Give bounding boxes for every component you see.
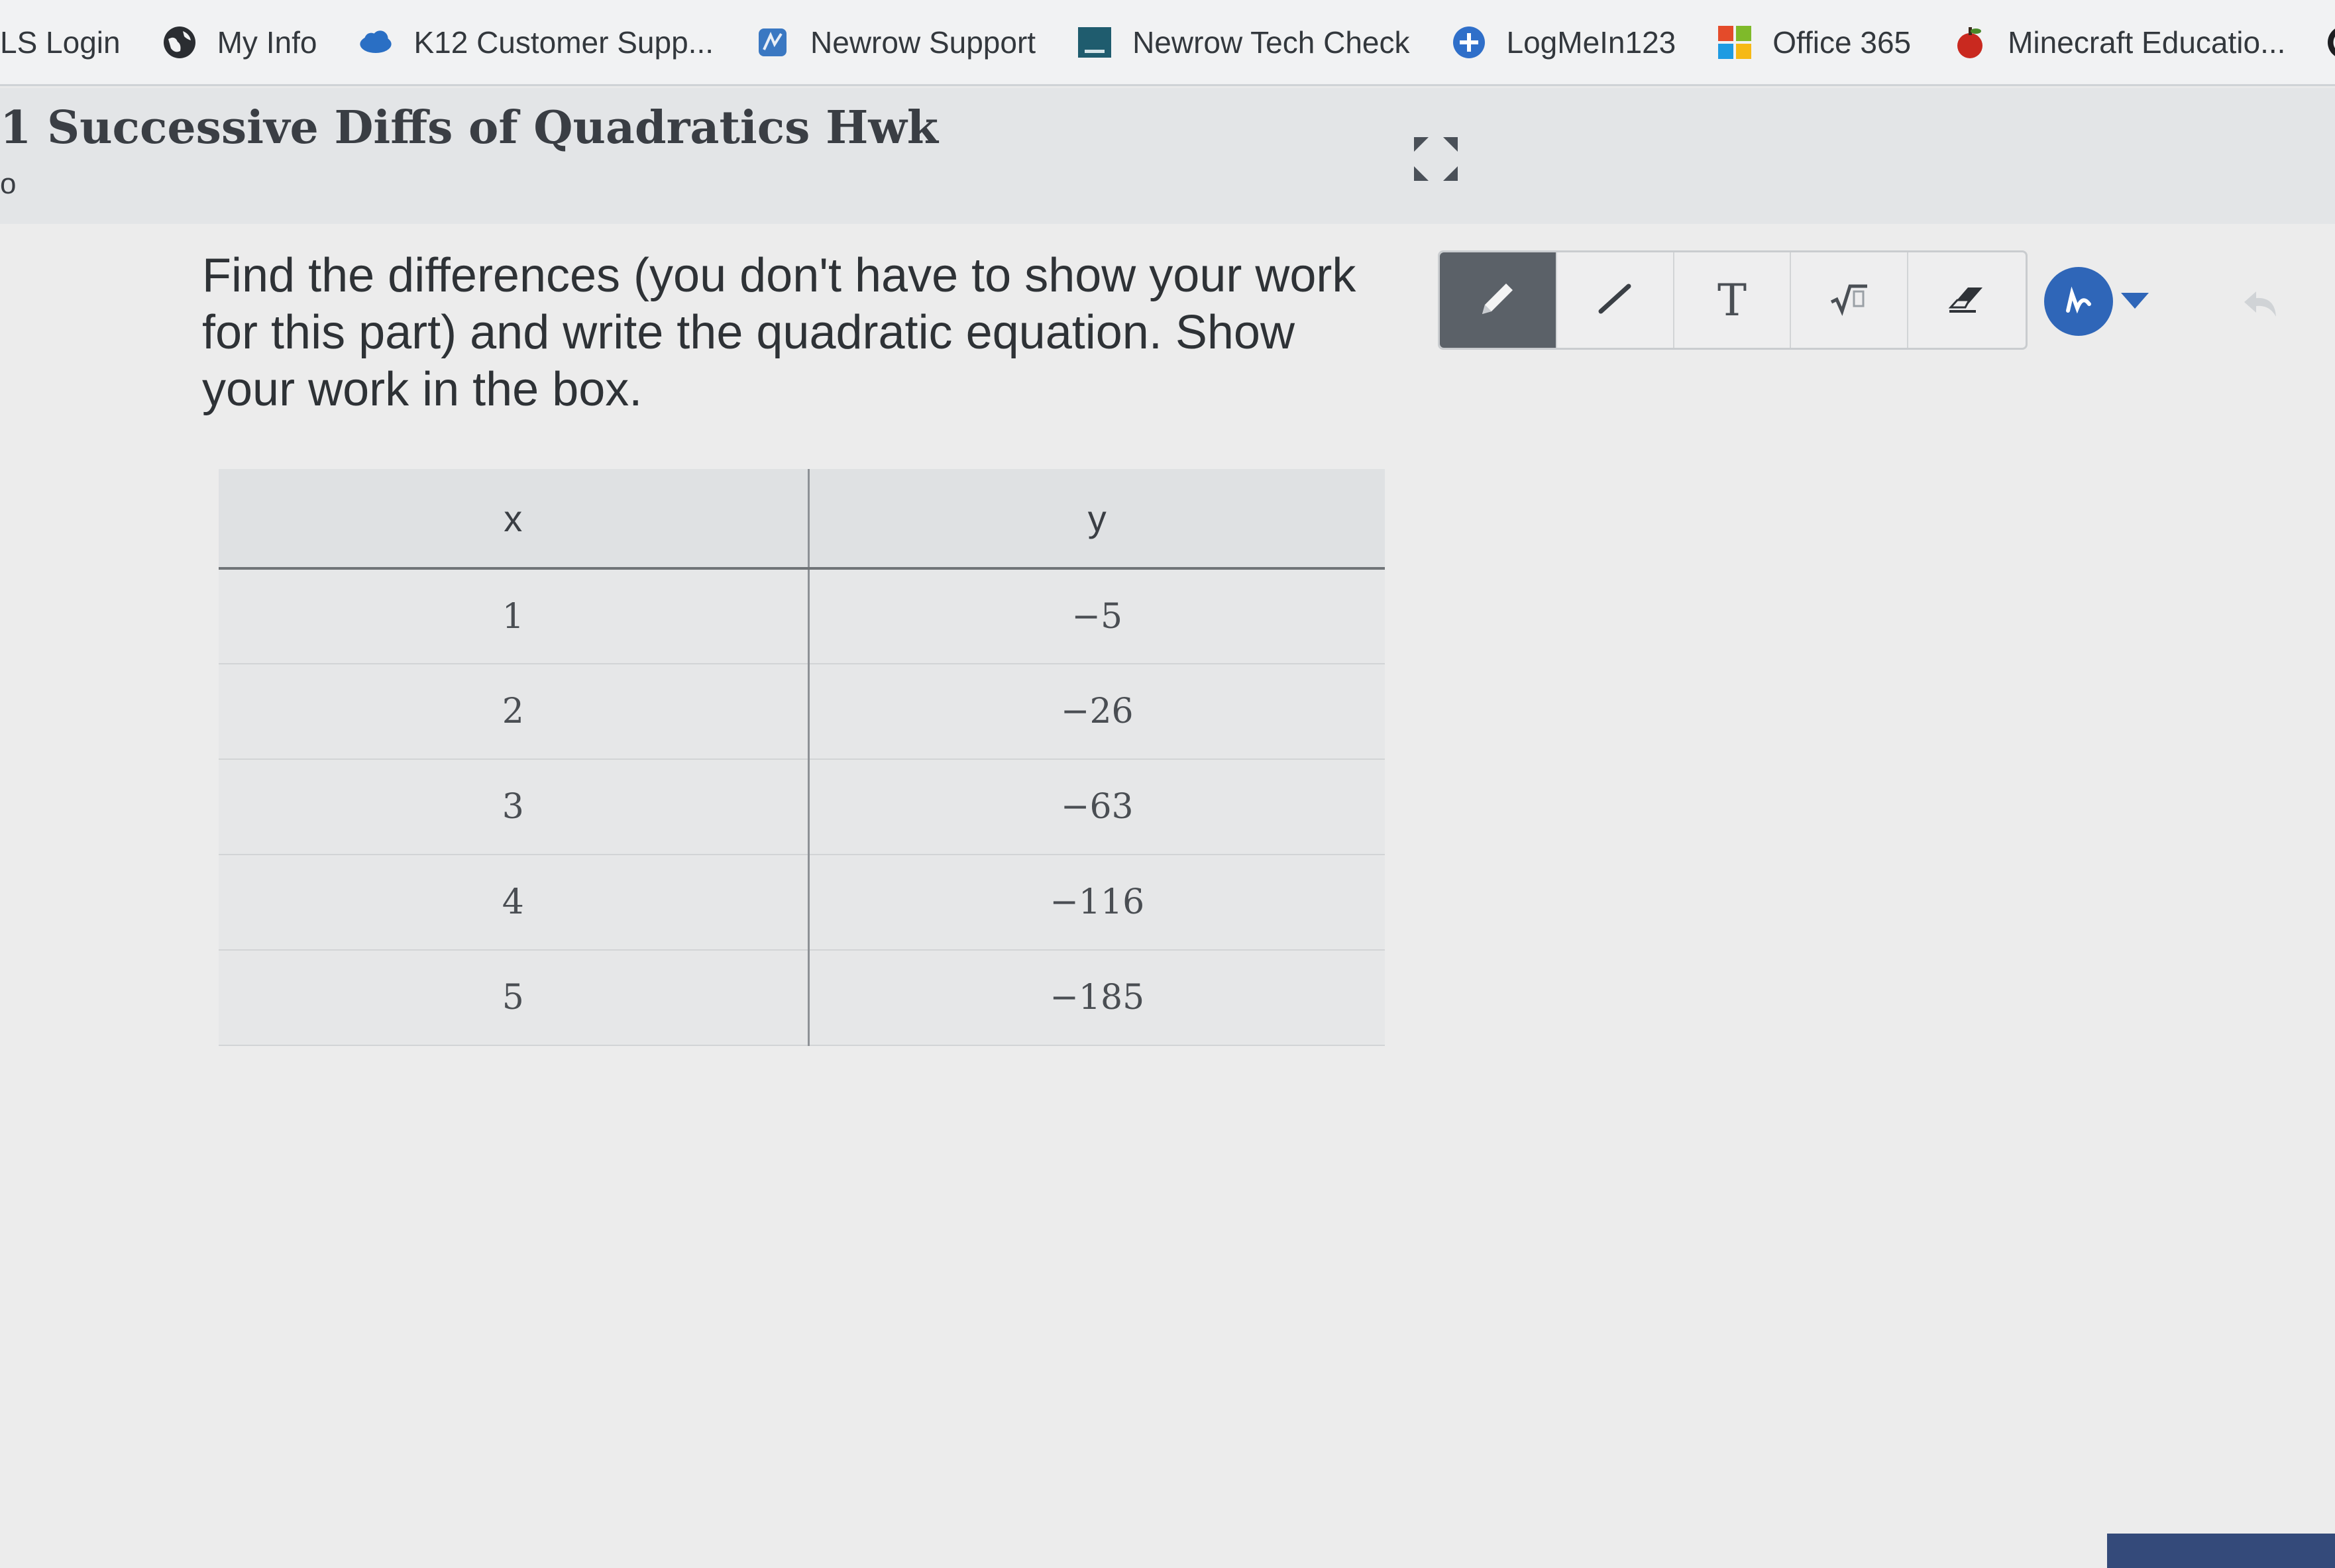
bookmark-label: My Info	[217, 25, 317, 60]
line-icon	[1592, 276, 1638, 325]
column-header-x: x	[219, 469, 810, 570]
bookmark-sp[interactable]: Sp	[2326, 9, 2335, 76]
line-tool-button[interactable]	[1557, 252, 1674, 348]
bookmark-minecraft-education[interactable]: Minecraft Educatio...	[1952, 9, 2285, 76]
column-header-y: y	[808, 469, 1385, 570]
cloud-icon	[358, 25, 394, 60]
bookmarks-bar: LS Login My Info K12 Customer Supp... Ne…	[0, 0, 2335, 86]
bookmark-newrow-tech-check[interactable]: Newrow Tech Check	[1077, 9, 1410, 76]
drawing-toolbar: T	[1438, 250, 2028, 350]
bookmark-label: K12 Customer Supp...	[413, 25, 714, 60]
undo-icon	[2236, 291, 2289, 333]
spotify-icon	[2326, 25, 2335, 60]
bookmark-label: LS Login	[0, 25, 121, 60]
assignment-header: 1 Successive Diffs of Quadratics Hwk o	[0, 88, 2335, 224]
cell-x: 1	[219, 568, 810, 664]
math-tool-button[interactable]	[1791, 252, 1909, 348]
eraser-tool-button[interactable]	[1908, 252, 2026, 348]
eraser-icon	[1944, 276, 1990, 325]
bookmark-logmein123[interactable]: LogMeIn123	[1451, 9, 1676, 76]
cell-y: −116	[808, 855, 1385, 951]
pen-color-picker[interactable]	[2044, 265, 2157, 338]
table-row: 4 −116	[219, 855, 1385, 951]
xy-table: x y 1 −5 2 −26 3 −63 4 −116 5 −185	[219, 469, 1385, 1046]
pencil-icon	[1474, 276, 1521, 325]
bookmark-label: Newrow Support	[810, 25, 1036, 60]
bookmark-label: Newrow Tech Check	[1132, 25, 1410, 60]
bookmark-label: Minecraft Educatio...	[2008, 25, 2286, 60]
table-row: 5 −185	[219, 950, 1385, 1046]
bookmark-label: LogMeIn123	[1506, 25, 1676, 60]
pencil-tool-button[interactable]	[1440, 252, 1557, 348]
table-row: 1 −5	[219, 568, 1385, 664]
text-tool-button[interactable]: T	[1674, 252, 1792, 348]
question-area: Find the differences (you don't have to …	[0, 224, 2335, 1568]
bookmark-newrow-support[interactable]: Newrow Support	[755, 9, 1036, 76]
text-tool-icon: T	[1717, 274, 1747, 326]
page-title: 1 Successive Diffs of Quadratics Hwk	[0, 101, 938, 154]
bookmark-my-info[interactable]: My Info	[162, 9, 317, 76]
sqrt-icon	[1826, 276, 1873, 325]
chevron-down-icon	[2120, 290, 2150, 313]
globe-icon	[162, 25, 197, 60]
cell-y: −5	[808, 568, 1385, 664]
table-header-row: x y	[219, 469, 1385, 570]
office-grid-icon	[1717, 25, 1753, 60]
cell-x: 2	[219, 664, 810, 760]
cell-y: −63	[808, 759, 1385, 855]
color-swatch	[2044, 267, 2113, 336]
apple-icon	[1952, 25, 1988, 60]
monitor-icon	[1077, 25, 1113, 60]
table-row: 3 −63	[219, 759, 1385, 855]
cell-x: 3	[219, 759, 810, 855]
bookmark-ls-login[interactable]: LS Login	[0, 9, 121, 76]
cell-x: 5	[219, 950, 810, 1046]
table-row: 2 −26	[219, 664, 1385, 760]
expand-icon[interactable]	[1411, 134, 1460, 183]
bookmark-label: Office 365	[1772, 25, 1912, 60]
newrow-icon	[755, 25, 790, 60]
plus-circle-icon	[1451, 25, 1487, 60]
taskbar-edge	[2107, 1534, 2335, 1568]
cell-x: 4	[219, 855, 810, 951]
question-prompt: Find the differences (you don't have to …	[202, 249, 1356, 416]
bookmark-office-365[interactable]: Office 365	[1717, 9, 1911, 76]
page-subtitle: o	[0, 168, 17, 200]
undo-button[interactable]	[2236, 277, 2289, 330]
cell-y: −185	[808, 950, 1385, 1046]
cell-y: −26	[808, 664, 1385, 760]
bookmark-k12-customer-support[interactable]: K12 Customer Supp...	[358, 9, 714, 76]
